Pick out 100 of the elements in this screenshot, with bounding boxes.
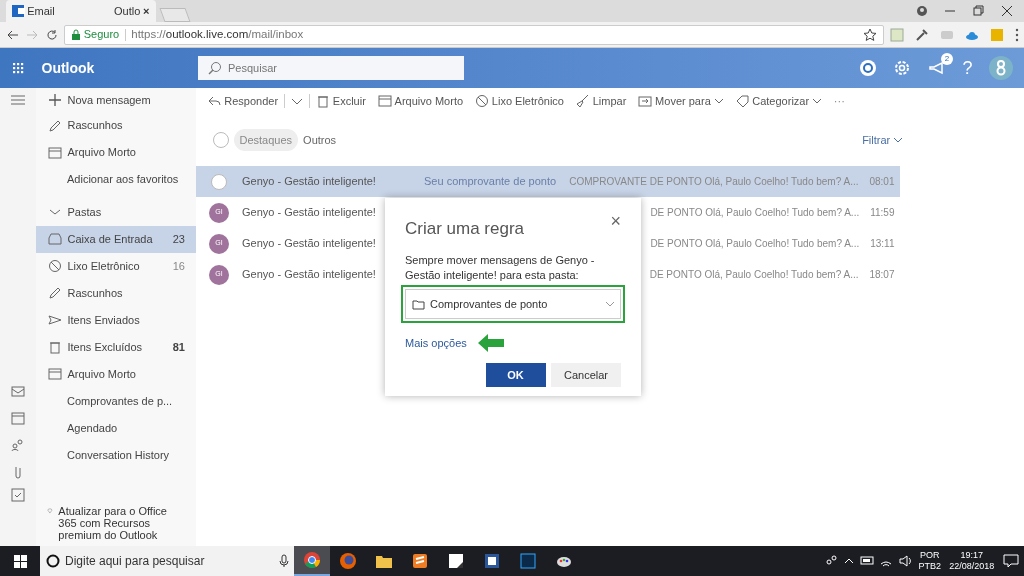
broom-icon [576,94,590,108]
message-subject: Seu comprovante de ponto [424,174,557,190]
favorite-item[interactable]: Arquivo Morto [36,139,196,166]
pencil-icon [48,118,62,133]
ok-button[interactable]: OK [485,363,546,388]
taskbar-clock[interactable]: 19:17 22/08/2018 [949,550,995,572]
filter-button[interactable]: Filtrar [862,131,903,149]
toolbar-button[interactable]: Lixo Eletrônico [469,92,570,110]
url-text[interactable]: https://outlook.live.com/mail/inbox [131,25,304,44]
toolbar-button[interactable]: Limpar [570,92,633,110]
folder-item[interactable]: Itens Excluídos 81 [36,333,196,361]
blocked-icon [48,259,62,273]
language-indicator[interactable]: POR PTB2 [918,550,941,572]
app-title[interactable]: Outlook [36,57,198,79]
favorite-item[interactable]: Rascunhos [36,112,196,139]
profile-icon[interactable] [915,5,928,17]
lock-icon [71,28,81,41]
settings-icon[interactable] [893,59,912,77]
chevron-up-icon[interactable] [844,556,855,566]
notification-badge: 2 [941,53,953,65]
plus-icon [48,93,62,107]
move-icon [638,94,653,108]
inbox-icon [48,232,62,246]
cancel-button[interactable]: Cancelar [551,363,621,388]
message-time: 13:11 [870,237,895,251]
mail-icon[interactable] [11,384,25,398]
microphone-icon [278,554,289,568]
toolbar-button[interactable]: Excluir [310,92,372,110]
close-button[interactable]: × [610,212,621,230]
folders-heading[interactable]: Pastas [36,198,196,226]
message-checkbox[interactable] [211,173,227,190]
people-icon[interactable] [824,554,839,568]
avatar-icon[interactable] [989,56,1013,80]
folder-item[interactable]: Lixo Eletrônico 16 [36,252,196,280]
message-sender: Genyo - Gestão inteligente! [242,237,376,250]
folder-item[interactable]: Arquivo Morto [36,360,196,388]
eyedropper-icon[interactable] [914,27,929,42]
taskbar-search-field[interactable]: Digite aqui para pesquisar [40,546,294,576]
message-sender: Genyo - Gestão inteligente! [242,268,376,281]
restore-icon[interactable] [972,5,985,17]
folder-item[interactable]: Rascunhos [36,279,196,307]
caret-icon [811,97,822,105]
archive-icon [48,367,62,381]
tag-icon [735,94,750,108]
unread-count: 16 [172,258,186,274]
message-sender: Genyo - Gestão inteligente! [242,206,376,219]
sublime-icon [411,552,429,570]
volume-icon[interactable] [898,554,913,568]
view-tab[interactable]: Outros [297,129,342,151]
more-options-link[interactable]: Mais opções [405,335,467,352]
caret-icon [291,97,304,107]
message-preview: DE PONTO Olá, Paulo Coelho! Tudo bem? A... [650,206,860,220]
star-icon[interactable] [863,28,877,43]
megaphone-icon[interactable] [928,59,946,77]
search-field[interactable]: Pesquisar [198,56,464,80]
dialog-message: Sempre mover mensagens de Genyo - Gestão inteligente! para esta pasta: [405,252,596,283]
folder-item[interactable]: Itens Enviados [36,306,196,334]
caret-icon [604,300,615,309]
archive-icon [48,145,62,160]
toolbar-button[interactable]: Arquivo Morto [371,92,470,110]
reply-icon [207,94,222,108]
chrome-icon [303,551,321,569]
message-time: 08:01 [869,175,895,189]
cortana-icon [45,554,60,568]
reload-icon[interactable] [44,27,59,42]
pointer-arrow [477,334,504,353]
toolbar-button[interactable]: Mover para [632,92,730,110]
app-launcher-icon[interactable] [12,62,24,74]
outlook-logo-icon [11,4,25,18]
folder-item[interactable]: Agendado [36,414,196,442]
message-time: 11:59 [870,206,895,220]
message-preview: DE PONTO Olá, Paulo Coelho! Tudo bem? A... [650,237,860,251]
windows-start-icon[interactable] [13,554,27,568]
new-message-button[interactable]: Nova mensagem [36,88,196,112]
favorite-item[interactable]: Adicionar aos favoritos [36,166,196,193]
browser-tab[interactable]: Email Outlo × [5,0,156,22]
folder-item[interactable]: Conversation History [36,441,196,469]
select-all-checkbox[interactable] [212,132,229,148]
notification-icon[interactable] [1002,553,1019,569]
trash-icon [316,94,331,108]
upgrade-link[interactable]: Atualizar para o Office 365 com Recursos premium do Outlook [58,504,185,541]
checkbox-icon[interactable] [11,488,25,502]
folder-dropdown[interactable]: Comprovantes de ponto [405,289,621,320]
send-icon [48,313,62,327]
battery-icon[interactable] [859,554,874,568]
message-row[interactable]: Genyo - Gestão inteligente! Seu comprovante de ponto COMPROVANTE DE PONTO Olá, Paulo Coelho! Tudo bem? A... 08:01 [196,166,900,197]
folder-item[interactable]: Comprovantes de p... [36,387,196,415]
caret-icon [893,136,903,144]
blocked-icon [475,94,490,108]
toolbar-button[interactable]: Responder [201,92,285,110]
close-icon[interactable] [1001,5,1013,17]
trash-icon [48,340,62,354]
firefox-icon [339,552,357,570]
more-button[interactable]: ··· [827,92,851,110]
menu-icon[interactable] [1014,27,1019,42]
folder-item[interactable]: Caixa de Entrada 23 [36,225,196,253]
toolbar-button[interactable]: Categorizar [729,92,828,110]
calendar-icon[interactable] [11,411,25,425]
close-tab-button[interactable]: × [143,2,150,20]
message-time: 18:07 [869,268,895,282]
